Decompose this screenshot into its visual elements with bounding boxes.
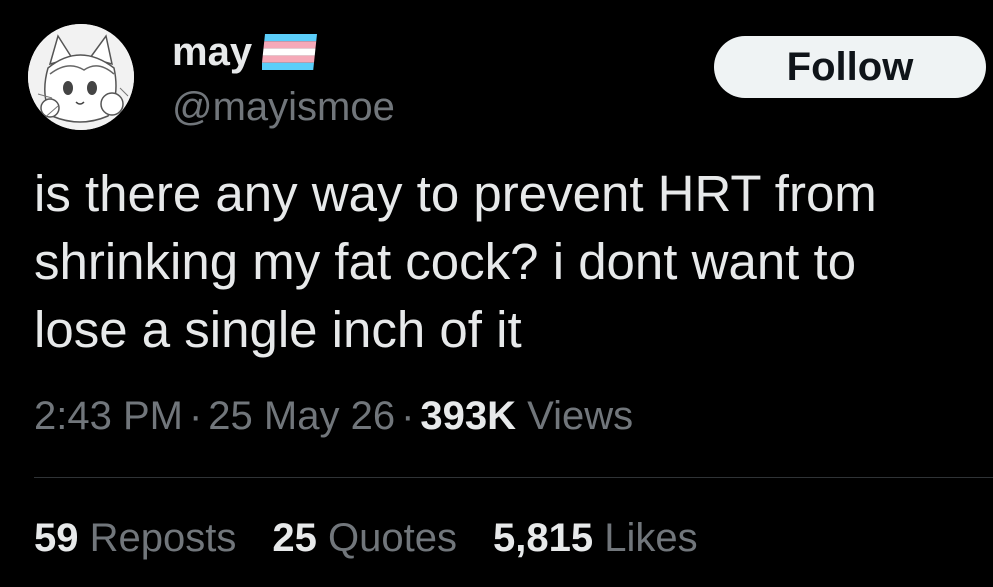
likes-count: 5,815 (492, 516, 594, 560)
author-name-row: may (172, 30, 318, 74)
tweet-text: is there any way to prevent HRT from shr… (34, 160, 974, 364)
tweet-time[interactable]: 2:43 PM (34, 394, 183, 438)
views-count: 393K (420, 394, 517, 438)
engagement-stats: 59 Reposts 25 Quotes 5,815 Likes (34, 510, 734, 566)
reposts-label: Reposts (89, 516, 237, 560)
divider (34, 477, 993, 478)
meta-separator: · (188, 394, 203, 438)
likes-label: Likes (604, 516, 698, 560)
views-label: Views (527, 394, 634, 438)
reposts-stat[interactable]: 59 Reposts (34, 510, 236, 566)
transgender-flag-icon (261, 34, 318, 70)
follow-button[interactable]: Follow (714, 36, 986, 98)
tweet-meta: 2:43 PM · 25 May 26 · 393K Views (34, 388, 633, 444)
tweet-text-line: is there any way to prevent HRT from (34, 165, 877, 222)
meta-separator: · (401, 394, 415, 438)
tweet-text-line: lose a single inch of it (34, 301, 522, 358)
likes-stat[interactable]: 5,815 Likes (493, 510, 698, 566)
display-name[interactable]: may (172, 30, 252, 74)
author-handle[interactable]: @mayismoe (172, 84, 395, 130)
quotes-label: Quotes (328, 516, 457, 560)
tweet-text-line: shrinking my fat cock? i dont want to (34, 233, 857, 290)
tweet-date[interactable]: 25 May 26 (208, 394, 395, 438)
quotes-count: 25 (272, 516, 317, 560)
avatar[interactable] (28, 24, 134, 130)
quotes-stat[interactable]: 25 Quotes (272, 510, 457, 566)
anime-catgirl-avatar-icon (28, 24, 134, 130)
reposts-count: 59 (34, 516, 79, 560)
